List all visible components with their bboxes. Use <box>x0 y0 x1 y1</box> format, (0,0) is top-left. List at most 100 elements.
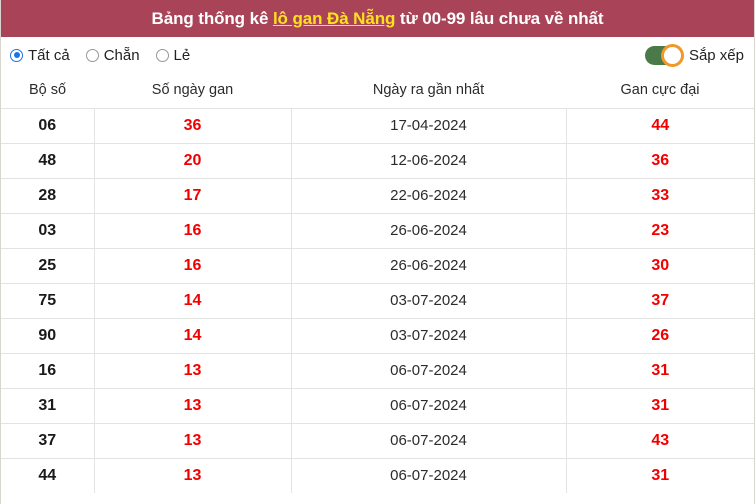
cell-ngay-ra-gan-nhat-value: 06-07-2024 <box>390 397 467 414</box>
cell-gan-cuc-dai-value: 31 <box>651 362 670 379</box>
cell-gan-cuc-dai-value: 31 <box>651 467 670 484</box>
lottery-stats-table: Bộ số Số ngày gan Ngày ra gần nhất Gan c… <box>1 73 754 493</box>
column-header-gan-cuc-dai[interactable]: Gan cực đại <box>566 73 754 109</box>
table-row[interactable]: 90 14 03-07-2024 26 <box>1 318 754 354</box>
cell-bo-so-value: 31 <box>38 397 57 414</box>
cell-bo-so: 37 <box>1 423 95 459</box>
cell-so-ngay-gan: 13 <box>94 423 292 459</box>
cell-ngay-ra-gan-nhat-value: 03-07-2024 <box>390 292 467 309</box>
cell-ngay-ra-gan-nhat-value: 06-07-2024 <box>390 362 467 379</box>
cell-so-ngay-gan: 13 <box>94 458 292 493</box>
cell-bo-so: 06 <box>1 108 95 144</box>
cell-bo-so-value: 03 <box>38 222 57 239</box>
sort-control: Sắp xếp <box>644 37 744 73</box>
cell-so-ngay-gan-value: 36 <box>183 117 202 134</box>
table-row[interactable]: 31 13 06-07-2024 31 <box>1 388 754 424</box>
filter-controls-bar: Tất cả Chẵn Lẻ Sắp xếp <box>1 37 754 73</box>
cell-so-ngay-gan: 16 <box>94 213 292 249</box>
cell-bo-so-value: 48 <box>38 152 57 169</box>
cell-ngay-ra-gan-nhat: 17-04-2024 <box>291 108 567 144</box>
cell-gan-cuc-dai-value: 26 <box>651 327 670 344</box>
radio-label-all: Tất cả <box>28 46 70 64</box>
table-row[interactable]: 16 13 06-07-2024 31 <box>1 353 754 389</box>
cell-bo-so-value: 25 <box>38 257 57 274</box>
cell-bo-so-value: 06 <box>38 117 57 134</box>
page-title-suffix: từ 00-99 lâu chưa về nhất <box>395 8 604 28</box>
column-header-so-ngay-gan[interactable]: Số ngày gan <box>94 73 291 109</box>
table-row[interactable]: 48 20 12-06-2024 36 <box>1 143 754 179</box>
cell-ngay-ra-gan-nhat-value: 22-06-2024 <box>390 187 467 204</box>
cell-bo-so-value: 16 <box>38 362 57 379</box>
radio-option-all[interactable]: Tất cả <box>10 47 70 64</box>
radio-icon-even[interactable] <box>85 48 99 62</box>
cell-so-ngay-gan: 14 <box>94 318 292 354</box>
cell-ngay-ra-gan-nhat: 06-07-2024 <box>291 353 567 389</box>
cell-bo-so: 16 <box>1 353 95 389</box>
cell-gan-cuc-dai: 33 <box>566 178 754 214</box>
table-header-row: Bộ số Số ngày gan Ngày ra gần nhất Gan c… <box>1 73 754 109</box>
sort-toggle-knob <box>660 43 684 67</box>
cell-gan-cuc-dai-value: 36 <box>651 152 670 169</box>
cell-bo-so-value: 28 <box>38 187 57 204</box>
cell-so-ngay-gan: 36 <box>94 108 292 144</box>
cell-ngay-ra-gan-nhat-value: 06-07-2024 <box>390 467 467 484</box>
cell-gan-cuc-dai-value: 43 <box>651 432 670 449</box>
table-row[interactable]: 37 13 06-07-2024 43 <box>1 423 754 459</box>
cell-gan-cuc-dai-value: 23 <box>651 222 670 239</box>
table-row[interactable]: 44 13 06-07-2024 31 <box>1 458 754 493</box>
lottery-stats-page: Bảng thống kê lô gan Đà Nẵng từ 00-99 lâ… <box>0 0 755 504</box>
radio-option-even[interactable]: Chẵn <box>85 46 140 64</box>
page-title-prefix: Bảng thống kê <box>151 8 273 28</box>
cell-so-ngay-gan-value: 14 <box>183 327 202 344</box>
cell-so-ngay-gan-value: 13 <box>183 467 202 484</box>
sort-toggle-label: Sắp xếp <box>688 46 744 64</box>
radio-option-odd[interactable]: Lẻ <box>155 47 190 64</box>
cell-so-ngay-gan-value: 17 <box>183 187 202 204</box>
table-row[interactable]: 28 17 22-06-2024 33 <box>1 178 754 214</box>
cell-so-ngay-gan: 13 <box>94 353 292 389</box>
cell-bo-so: 75 <box>1 283 95 319</box>
cell-ngay-ra-gan-nhat-value: 26-06-2024 <box>390 257 467 274</box>
cell-so-ngay-gan-value: 13 <box>183 362 202 379</box>
cell-gan-cuc-dai-value: 31 <box>651 397 670 414</box>
radio-icon-all[interactable] <box>10 48 23 62</box>
cell-so-ngay-gan: 16 <box>94 248 292 284</box>
cell-bo-so: 03 <box>1 213 95 249</box>
table-row[interactable]: 03 16 26-06-2024 23 <box>1 213 754 249</box>
cell-gan-cuc-dai: 30 <box>566 248 754 284</box>
cell-so-ngay-gan: 14 <box>94 283 292 319</box>
cell-bo-so-value: 37 <box>38 432 57 449</box>
cell-ngay-ra-gan-nhat: 03-07-2024 <box>291 318 567 354</box>
table-header: Bộ số Số ngày gan Ngày ra gần nhất Gan c… <box>1 73 754 109</box>
cell-ngay-ra-gan-nhat-value: 06-07-2024 <box>390 432 467 449</box>
cell-ngay-ra-gan-nhat-value: 17-04-2024 <box>390 117 467 134</box>
cell-so-ngay-gan: 17 <box>94 178 292 214</box>
page-title-link[interactable]: lô gan Đà Nẵng <box>273 9 395 28</box>
cell-gan-cuc-dai: 23 <box>566 213 754 249</box>
radio-icon-odd[interactable] <box>155 48 169 62</box>
cell-ngay-ra-gan-nhat: 06-07-2024 <box>291 458 567 493</box>
table-row[interactable]: 06 36 17-04-2024 44 <box>1 108 754 144</box>
cell-so-ngay-gan-value: 14 <box>183 292 202 309</box>
column-header-ngay-ra-gan-nhat[interactable]: Ngày ra gần nhất <box>291 73 566 109</box>
cell-gan-cuc-dai: 31 <box>566 353 754 389</box>
cell-gan-cuc-dai: 31 <box>566 388 754 424</box>
cell-ngay-ra-gan-nhat: 06-07-2024 <box>291 423 567 459</box>
sort-toggle-switch[interactable] <box>644 43 684 67</box>
cell-ngay-ra-gan-nhat: 26-06-2024 <box>291 213 567 249</box>
cell-gan-cuc-dai-value: 33 <box>651 187 670 204</box>
cell-gan-cuc-dai: 37 <box>566 283 754 319</box>
cell-ngay-ra-gan-nhat-value: 12-06-2024 <box>390 152 467 169</box>
cell-bo-so: 48 <box>1 143 95 179</box>
cell-so-ngay-gan-value: 13 <box>183 397 202 414</box>
column-header-bo-so[interactable]: Bộ số <box>1 73 94 109</box>
cell-bo-so: 31 <box>1 388 95 424</box>
table-row[interactable]: 75 14 03-07-2024 37 <box>1 283 754 319</box>
table-row[interactable]: 25 16 26-06-2024 30 <box>1 248 754 284</box>
cell-bo-so: 25 <box>1 248 95 284</box>
cell-ngay-ra-gan-nhat: 12-06-2024 <box>291 143 567 179</box>
cell-so-ngay-gan: 13 <box>94 388 292 424</box>
radio-label-even: Chẵn <box>103 46 140 64</box>
cell-so-ngay-gan-value: 16 <box>183 257 202 274</box>
table-body: 06 36 17-04-2024 44 48 20 12-06-2024 36 28 17 22-0… <box>1 108 754 493</box>
